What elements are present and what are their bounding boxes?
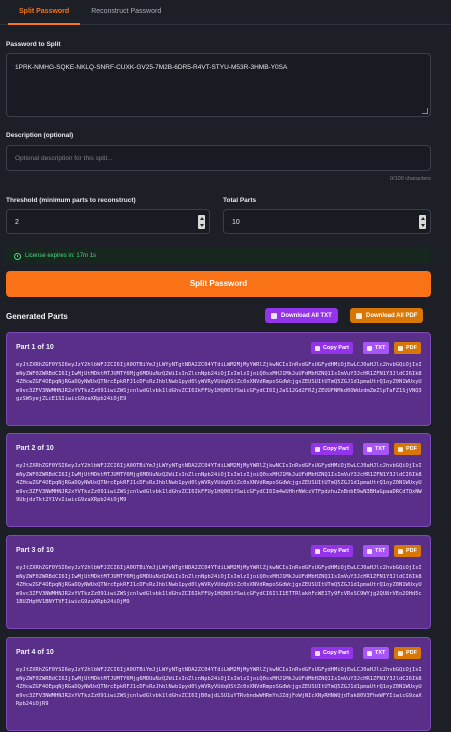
txt-button[interactable]: TXT	[363, 545, 390, 557]
part-code: eyJtZXRhZGF0YSI6eyJzY2hlbWFJZCI6IjA0OTBi…	[16, 463, 422, 504]
tab-reconstruct-password[interactable]: Reconstruct Password	[80, 0, 172, 25]
tab-bar: Split Password Reconstruct Password	[0, 0, 451, 25]
part-code: eyJtZXRhZGF0YSI6eyJzY2hlbWFJZCI6IjA0OTBi…	[16, 362, 422, 403]
copy-part-label: Copy Part	[323, 446, 349, 452]
download-all-pdf-button[interactable]: Download All PDF	[350, 308, 424, 323]
copy-icon	[315, 548, 320, 554]
pdf-label: PDF	[406, 446, 417, 452]
part-card: Part 3 of 10 Copy Part TXT PDF eyJtZXRhZ…	[6, 535, 431, 629]
copy-icon	[315, 650, 320, 656]
part-card: Part 4 of 10 Copy Part TXT PDF eyJtZXRhZ…	[6, 637, 431, 731]
download-all-txt-button[interactable]: Download All TXT	[265, 308, 338, 323]
threshold-value: 2	[15, 219, 19, 226]
document-icon	[367, 548, 372, 554]
part-title: Part 2 of 10	[16, 445, 54, 452]
split-password-button[interactable]: Split Password	[6, 271, 431, 297]
copy-icon	[315, 446, 320, 452]
total-parts-label: Total Parts	[223, 197, 257, 204]
copy-part-label: Copy Part	[323, 650, 349, 656]
document-icon	[398, 650, 403, 656]
description-counter: 0/100 characters	[390, 176, 431, 182]
copy-part-button[interactable]: Copy Part	[311, 342, 353, 354]
threshold-stepper[interactable]	[198, 215, 205, 229]
document-icon	[356, 312, 362, 319]
copy-part-label: Copy Part	[323, 345, 349, 351]
copy-part-button[interactable]: Copy Part	[311, 647, 353, 659]
part-title: Part 3 of 10	[16, 547, 54, 554]
txt-label: TXT	[375, 345, 386, 351]
part-title: Part 1 of 10	[16, 344, 54, 351]
document-icon	[398, 548, 403, 554]
document-icon	[398, 446, 403, 452]
txt-label: TXT	[375, 650, 386, 656]
pdf-button[interactable]: PDF	[394, 443, 421, 455]
license-banner: License expires in: 17m 1s	[6, 248, 431, 264]
tab-split-password[interactable]: Split Password	[8, 0, 81, 25]
copy-part-button[interactable]: Copy Part	[311, 443, 353, 455]
generated-parts-title: Generated Parts	[6, 312, 68, 321]
download-all-pdf-label: Download All PDF	[366, 312, 418, 319]
total-parts-value: 10	[232, 219, 240, 226]
pdf-label: PDF	[406, 345, 417, 351]
txt-button[interactable]: TXT	[363, 443, 390, 455]
password-textarea[interactable]: 1PRK-NMHG-SQKE-NKLQ-SNRF-CUXK-GV25-7M2B-…	[6, 53, 431, 117]
description-input[interactable]: Optional description for this split...	[6, 145, 431, 171]
pdf-button[interactable]: PDF	[394, 647, 421, 659]
pdf-button[interactable]: PDF	[394, 342, 421, 354]
pdf-label: PDF	[406, 650, 417, 656]
download-all-txt-label: Download All TXT	[281, 312, 332, 319]
part-card: Part 1 of 10 Copy Part TXT PDF eyJtZXRhZ…	[6, 332, 431, 426]
copy-part-button[interactable]: Copy Part	[311, 545, 353, 557]
txt-label: TXT	[375, 548, 386, 554]
password-value: 1PRK-NMHG-SQKE-NKLQ-SNRF-CUXK-GV25-7M2B-…	[15, 64, 288, 71]
description-placeholder: Optional description for this split...	[15, 155, 113, 162]
pdf-label: PDF	[406, 548, 417, 554]
document-icon	[367, 650, 372, 656]
document-icon	[271, 312, 277, 319]
threshold-label: Threshold (minimum parts to reconstruct)	[6, 197, 136, 204]
part-code: eyJtZXRhZGF0YSI6eyJzY2hlbWFJZCI6IjA0OTBi…	[16, 565, 422, 606]
copy-icon	[315, 345, 320, 351]
pdf-button[interactable]: PDF	[394, 545, 421, 557]
part-code: eyJtZXRhZGF0YSI6eyJzY2hlbWFJZCI6IjA0OTBi…	[16, 667, 422, 708]
part-card: Part 2 of 10 Copy Part TXT PDF eyJtZXRhZ…	[6, 433, 431, 527]
resize-handle-icon[interactable]	[422, 108, 428, 114]
threshold-input[interactable]: 2	[6, 209, 210, 234]
document-icon	[367, 345, 372, 351]
description-label: Description (optional)	[6, 132, 74, 139]
txt-label: TXT	[375, 446, 386, 452]
license-text: License expires in: 17m 1s	[25, 253, 97, 259]
total-parts-stepper[interactable]	[419, 215, 426, 229]
clock-icon	[14, 252, 21, 260]
document-icon	[367, 446, 372, 452]
document-icon	[398, 345, 403, 351]
part-title: Part 4 of 10	[16, 649, 54, 656]
password-label: Password to Split	[6, 41, 61, 48]
txt-button[interactable]: TXT	[363, 342, 390, 354]
copy-part-label: Copy Part	[323, 548, 349, 554]
total-parts-input[interactable]: 10	[223, 209, 431, 234]
txt-button[interactable]: TXT	[363, 647, 390, 659]
